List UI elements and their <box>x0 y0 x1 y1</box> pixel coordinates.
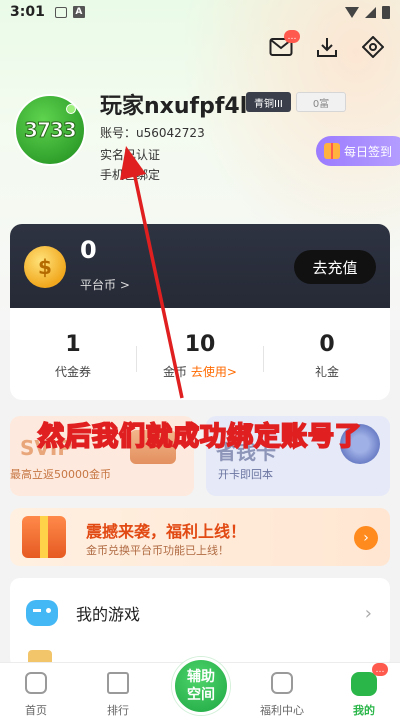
daily-checkin-button[interactable]: 每日签到 <box>316 136 400 166</box>
annotation-caption: 然后我们就成功绑定账号了 <box>37 421 362 453</box>
avatar-logo-text: 3733 <box>24 118 78 143</box>
gift-icon <box>324 143 340 159</box>
realname-value: 已认证 <box>124 148 161 162</box>
signal-icon <box>365 6 376 18</box>
account-value: u56042723 <box>136 126 205 140</box>
message-badge: … <box>284 30 300 43</box>
chevron-right-icon: › <box>364 602 372 624</box>
coin-icon: $ <box>24 246 66 288</box>
tv-gift-icon <box>271 672 293 694</box>
use-gold-link[interactable]: 去使用> <box>191 365 237 379</box>
leaf-icon <box>66 104 76 114</box>
top-action-icons: … <box>268 30 386 60</box>
nav-label: 排行 <box>107 704 129 717</box>
settings-button[interactable] <box>360 34 386 60</box>
mine-icon <box>351 672 377 696</box>
stat-value: 1 <box>65 332 81 357</box>
rich-badge[interactable]: 0富 <box>296 92 346 112</box>
svip-subtitle: 最高立返50000金币 <box>10 468 111 481</box>
mine-badge: … <box>372 663 388 676</box>
assist-line1: 辅助 <box>187 669 215 685</box>
avatar[interactable]: 3733 <box>14 94 86 166</box>
message-button[interactable]: … <box>268 30 300 60</box>
ranking-icon <box>107 672 129 694</box>
banner-arrow-button[interactable]: › <box>354 526 378 550</box>
account-line: 账号：u56042723 <box>100 124 205 141</box>
platform-coin-link[interactable]: 平台币 > <box>80 276 130 293</box>
download-icon <box>317 38 337 57</box>
download-button[interactable] <box>314 34 340 60</box>
stat-value: 0 <box>319 332 335 357</box>
username: 玩家nxufpf4l <box>100 94 248 119</box>
status-bar: 3:01 A <box>0 0 400 24</box>
nav-assist-space[interactable]: 辅助 空间 <box>172 657 230 715</box>
banner-title: 震撼来袭，福利上线！ <box>86 522 247 541</box>
gift-box-icon <box>22 516 66 558</box>
stat-voucher[interactable]: 1 代金券 <box>10 332 136 380</box>
nav-welfare[interactable]: 福利中心 <box>252 672 312 718</box>
stat-label: 代金券 <box>54 365 91 379</box>
level-badge[interactable]: 青铜III <box>246 92 291 112</box>
assets-stats-card: 1 代金券 10 金币 去使用> 0 礼金 <box>10 308 390 400</box>
image-notification-icon <box>54 6 67 18</box>
nav-label: 首页 <box>25 704 47 717</box>
menu-label: 我的游戏 <box>76 605 141 624</box>
diamond-settings-icon <box>362 36 384 58</box>
stat-label: 金币 去使用> <box>137 363 263 380</box>
realname-status: 实名已认证 <box>100 146 160 163</box>
phone-status: 手机已绑定 <box>100 166 160 183</box>
nav-label-active: 我的 <box>353 704 375 717</box>
battery-icon <box>382 5 390 19</box>
gamepad-icon <box>26 600 58 626</box>
phone-prefix: 手机 <box>100 168 125 182</box>
assist-line2: 空间 <box>187 687 215 703</box>
realname-prefix: 实名 <box>100 148 125 162</box>
nav-rank[interactable]: 排行 <box>88 672 148 718</box>
savings-card-subtitle: 开卡即回本 <box>218 468 273 481</box>
nav-home[interactable]: 首页 <box>6 672 66 718</box>
status-time: 3:01 <box>10 4 45 20</box>
stat-label: 礼金 <box>314 365 339 379</box>
recharge-button[interactable]: 去充值 <box>294 250 376 284</box>
checkin-label: 每日签到 <box>344 144 393 159</box>
stat-gold[interactable]: 10 金币 去使用> <box>137 332 263 380</box>
nav-mine[interactable]: 我的 <box>334 672 394 718</box>
wifi-icon <box>345 6 359 18</box>
platform-coin-count: 0 <box>80 236 97 264</box>
phone-value: 已绑定 <box>124 168 161 182</box>
home-icon <box>25 672 47 694</box>
stat-label-text: 金币 <box>163 365 188 379</box>
menu-item-my-games[interactable]: 我的游戏 › <box>10 586 390 640</box>
stat-value: 10 <box>184 332 216 357</box>
nav-label: 福利中心 <box>260 704 304 717</box>
account-label: 账号： <box>100 126 137 140</box>
stat-cash-gift[interactable]: 0 礼金 <box>264 332 390 380</box>
a-notification-icon: A <box>72 6 85 18</box>
banner-subtitle: 金币兑换平台币功能已上线！ <box>86 544 229 557</box>
